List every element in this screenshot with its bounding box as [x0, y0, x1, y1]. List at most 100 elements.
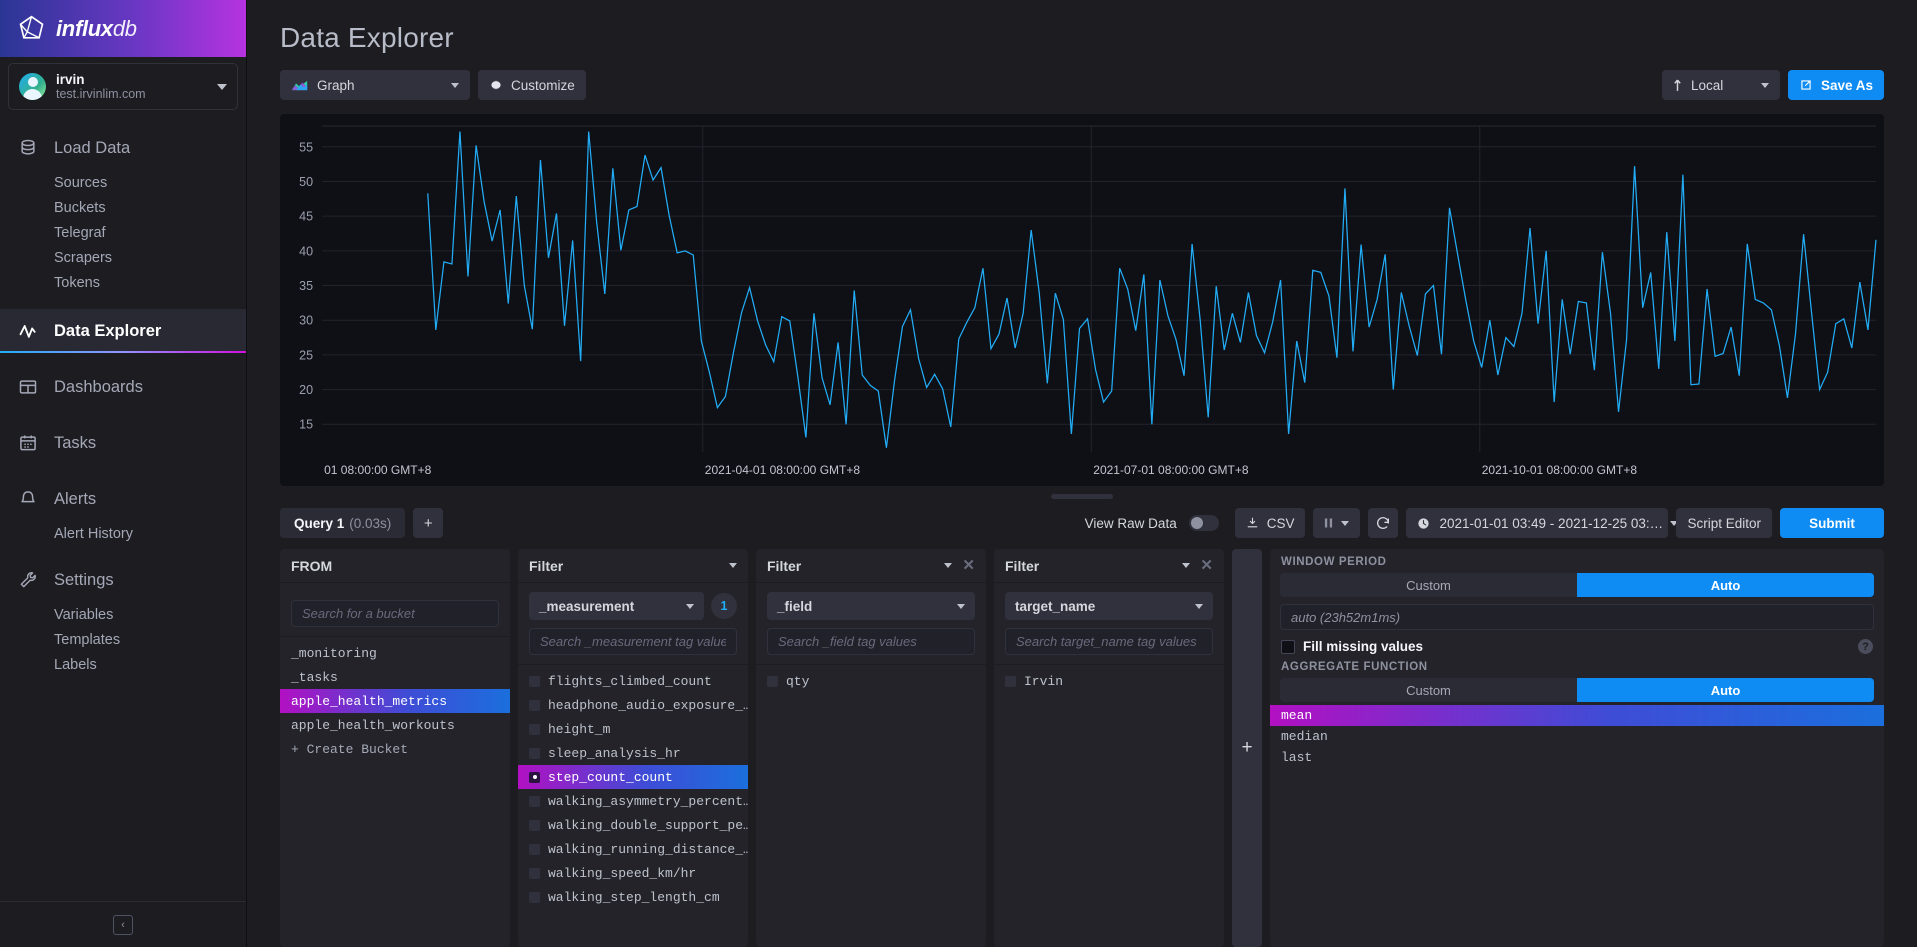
agg-item-mean[interactable]: mean: [1270, 705, 1884, 726]
sidebar-item-variables[interactable]: Variables: [0, 602, 246, 627]
list-item-label: flights_climbed_count: [548, 673, 712, 689]
list-item[interactable]: sleep_analysis_hr: [518, 741, 748, 765]
help-icon[interactable]: ?: [1858, 639, 1873, 654]
chevron-down-icon: [1195, 603, 1203, 609]
chevron-down-icon[interactable]: [729, 563, 737, 568]
list-item-selected-bucket[interactable]: apple_health_metrics: [280, 689, 510, 713]
filter-title: Filter: [767, 557, 802, 574]
add-filter-button[interactable]: +: [1232, 549, 1262, 947]
svg-text:15: 15: [299, 418, 313, 432]
csv-download-button[interactable]: CSV: [1234, 508, 1306, 538]
save-as-button[interactable]: Save As: [1787, 70, 1884, 100]
chart-x-axis-labels: 01 08:00:00 GMT+8 2021-04-01 08:00:00 GMT…: [324, 463, 1637, 477]
list-item[interactable]: walking_step_length_cm: [518, 885, 748, 909]
fill-missing-values-row[interactable]: Fill missing values ?: [1270, 630, 1884, 654]
close-icon[interactable]: ✕: [1200, 558, 1213, 573]
list-item[interactable]: flights_climbed_count: [518, 669, 748, 693]
brand-logo-bar[interactable]: influxdb: [0, 0, 246, 57]
list-item-label: step_count_count: [548, 769, 673, 785]
tag-key-dropdown[interactable]: target_name: [1005, 592, 1213, 620]
sidebar-item-tokens[interactable]: Tokens: [0, 270, 246, 295]
chevron-down-icon[interactable]: [944, 563, 953, 568]
sidebar-item-data-explorer[interactable]: Data Explorer: [0, 309, 246, 353]
agg-item-last[interactable]: last: [1270, 747, 1884, 768]
chevron-down-icon: [957, 603, 965, 609]
customize-button[interactable]: Customize: [478, 70, 586, 100]
sidebar-item-load-data[interactable]: Load Data: [0, 126, 246, 170]
auto-refresh-pause-button[interactable]: [1313, 508, 1361, 538]
tag-value-list: Irvin: [994, 664, 1224, 947]
tag-value-list: flights_climbed_count headphone_audio_ex…: [518, 664, 748, 947]
filter-panel-body: _field: [756, 583, 986, 655]
submit-button[interactable]: Submit: [1780, 508, 1884, 538]
sidebar-item-telegraf[interactable]: Telegraf: [0, 220, 246, 245]
list-item[interactable]: walking_running_distance_…: [518, 837, 748, 861]
save-as-label: Save As: [1820, 77, 1873, 93]
checkbox-icon: [529, 891, 540, 903]
sidebar-item-scrapers[interactable]: Scrapers: [0, 245, 246, 270]
export-icon: [1801, 80, 1811, 90]
tag-value-search-input[interactable]: [1005, 628, 1213, 655]
view-type-dropdown[interactable]: Graph: [280, 70, 470, 100]
customize-label: Customize: [511, 77, 575, 93]
refresh-button[interactable]: [1368, 508, 1399, 538]
agg-item-median[interactable]: median: [1270, 726, 1884, 747]
sidebar-item-templates[interactable]: Templates: [0, 627, 246, 652]
query-tab-1[interactable]: Query 1 (0.03s): [280, 508, 406, 538]
add-query-button[interactable]: +: [413, 508, 444, 538]
list-item[interactable]: apple_health_workouts: [280, 713, 510, 737]
sidebar-item-labels[interactable]: Labels: [0, 652, 246, 677]
list-item[interactable]: walking_speed_km/hr: [518, 861, 748, 885]
user-org-switcher[interactable]: irvin test.irvinlim.com: [8, 63, 238, 110]
time-series-chart[interactable]: 15 20 25 30 35 40 45 50 55 01 08:00:00 GMT+8 2021…: [280, 114, 1884, 486]
list-item[interactable]: walking_asymmetry_percent…: [518, 789, 748, 813]
time-range-dropdown[interactable]: 2021-01-01 03:49 - 2021-12-25 03:…: [1406, 508, 1679, 538]
clock-icon: [1418, 517, 1430, 529]
list-item[interactable]: height_m: [518, 717, 748, 741]
view-raw-data-toggle[interactable]: [1188, 515, 1219, 531]
filter-panel-header: Filter ✕: [756, 549, 986, 583]
list-item[interactable]: _tasks: [280, 665, 510, 689]
sidebar-item-label: Data Explorer: [54, 321, 162, 340]
list-item[interactable]: headphone_audio_exposure_…: [518, 693, 748, 717]
sidebar-item-alert-history[interactable]: Alert History: [0, 521, 246, 546]
tag-key-dropdown[interactable]: _field: [767, 592, 975, 620]
list-item[interactable]: walking_double_support_pe…: [518, 813, 748, 837]
sidebar-item-sources[interactable]: Sources: [0, 170, 246, 195]
script-editor-button[interactable]: Script Editor: [1676, 508, 1772, 538]
collapse-sidebar-button[interactable]: ‹: [113, 914, 133, 935]
chevron-down-icon[interactable]: [1182, 563, 1191, 568]
download-icon: [1247, 517, 1258, 528]
user-name: irvin: [56, 71, 85, 87]
sidebar-item-tasks[interactable]: Tasks: [0, 421, 246, 465]
list-item[interactable]: qty: [756, 669, 986, 693]
aggregate-custom-option[interactable]: Custom: [1280, 678, 1577, 702]
bucket-search-input[interactable]: [291, 600, 499, 627]
create-bucket-button[interactable]: + Create Bucket: [280, 737, 510, 761]
chart-resize-handle[interactable]: [1051, 493, 1113, 499]
chart-gridlines: [322, 125, 1876, 452]
window-period-custom-option[interactable]: Custom: [1280, 573, 1577, 597]
window-period-auto-option[interactable]: Auto: [1577, 573, 1874, 597]
sidebar-item-settings[interactable]: Settings: [0, 558, 246, 602]
aggregate-auto-option[interactable]: Auto: [1577, 678, 1874, 702]
sidebar-item-buckets[interactable]: Buckets: [0, 195, 246, 220]
tag-key-dropdown[interactable]: _measurement: [529, 592, 704, 620]
tag-value-search-input[interactable]: [529, 628, 737, 655]
list-item-selected-measurement[interactable]: step_count_count: [518, 765, 748, 789]
tag-key-row: target_name: [1005, 592, 1213, 620]
close-icon[interactable]: ✕: [962, 558, 975, 573]
list-item[interactable]: _monitoring: [280, 641, 510, 665]
sidebar-item-dashboards[interactable]: Dashboards: [0, 365, 246, 409]
sidebar-item-label: Alerts: [54, 489, 97, 508]
fill-missing-checkbox[interactable]: [1281, 639, 1295, 654]
list-item[interactable]: Irvin: [994, 669, 1224, 693]
timezone-dropdown[interactable]: Local: [1661, 70, 1780, 100]
tag-key-label: _field: [777, 598, 813, 614]
tag-key-row: _measurement 1: [529, 592, 737, 620]
checkbox-checked-icon: [529, 771, 540, 783]
nav-group-tasks: Tasks: [0, 421, 246, 465]
tag-value-search-input[interactable]: [767, 628, 975, 655]
sidebar-item-alerts[interactable]: Alerts: [0, 477, 246, 521]
svg-text:40: 40: [299, 244, 313, 258]
